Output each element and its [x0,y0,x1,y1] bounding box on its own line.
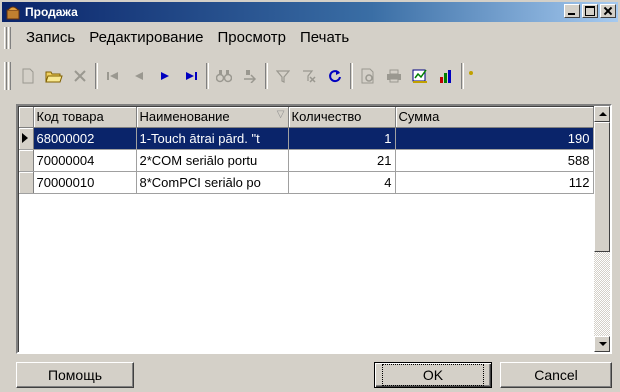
sales-grid[interactable]: Код товара Наименование ▽ Количество Сумм… [16,104,612,354]
filter-icon[interactable] [270,63,296,89]
table-row[interactable]: 68000002 1-Touch ātrai pārd. "t 1 190 [19,127,594,150]
cancel-button[interactable]: Cancel [500,362,612,388]
toolbar-separator [95,63,98,89]
column-header-name[interactable]: Наименование ▽ [136,107,289,128]
scroll-up-button[interactable] [594,106,610,122]
row-indicator[interactable] [19,149,34,172]
window-title: Продажа [25,5,78,19]
cell-name[interactable]: 2*COM seriālo portu [136,149,289,172]
toolbar-separator [206,63,209,89]
cell-sum[interactable]: 588 [395,149,594,172]
cell-code[interactable]: 70000004 [33,149,137,172]
toolbar-overflow-icon[interactable] [466,63,476,89]
minimize-button[interactable] [564,4,580,18]
table-row[interactable]: 70000010 8*ComPCI seriālo po 4 112 [19,171,594,194]
ok-button-label: OK [381,364,485,386]
table-row[interactable]: 70000004 2*COM seriālo portu 21 588 [19,149,594,172]
new-document-icon[interactable] [15,63,41,89]
close-button[interactable] [600,4,616,18]
cell-sum[interactable]: 190 [395,127,594,150]
row-indicator[interactable] [19,127,34,150]
menu-edit[interactable]: Редактирование [82,27,210,49]
chart-icon[interactable] [433,63,459,89]
cell-qty[interactable]: 4 [288,171,396,194]
maximize-button[interactable] [582,4,598,18]
toolbar-grip[interactable] [4,62,7,90]
cell-name[interactable]: 8*ComPCI seriālo po [136,171,289,194]
row-indicator-header [19,107,34,128]
binoculars-icon[interactable] [211,63,237,89]
report-icon[interactable] [407,63,433,89]
delete-x-icon[interactable] [67,63,93,89]
toolbar-separator [461,63,464,89]
column-header-sum[interactable]: Сумма [395,107,594,128]
cell-code[interactable]: 68000002 [33,127,137,150]
column-header-code[interactable]: Код товара [33,107,137,128]
scroll-thumb[interactable] [594,122,610,252]
toolbar-grip-2[interactable] [8,62,11,90]
first-record-icon[interactable] [100,63,126,89]
menubar-grip[interactable] [4,27,7,49]
scroll-down-button[interactable] [594,336,610,352]
prev-record-icon[interactable] [126,63,152,89]
sales-table: Код товара Наименование ▽ Количество Сумм… [19,107,594,194]
sort-indicator-icon: ▽ [276,109,285,121]
cell-qty[interactable]: 21 [288,149,396,172]
open-folder-icon[interactable] [41,63,67,89]
title-bar[interactable]: Продажа [2,2,618,22]
menubar-grip-2[interactable] [8,27,11,49]
column-header-qty[interactable]: Количество [288,107,396,128]
column-header-name-label: Наименование [139,109,230,125]
cell-qty[interactable]: 1 [288,127,396,150]
help-button[interactable]: Помощь [16,362,134,388]
last-record-icon[interactable] [178,63,204,89]
current-row-pointer-icon [22,133,28,143]
row-indicator[interactable] [19,171,34,194]
menu-record[interactable]: Запись [19,27,82,49]
refresh-icon[interactable] [322,63,348,89]
sale-window: Продажа Запись Редактирование Просмотр П… [0,0,620,392]
cell-name[interactable]: 1-Touch ātrai pārd. "t [136,127,289,150]
cell-code[interactable]: 70000010 [33,171,137,194]
cell-sum[interactable]: 112 [395,171,594,194]
toolbar-separator [265,63,268,89]
next-record-icon[interactable] [152,63,178,89]
menu-print[interactable]: Печать [293,27,356,49]
printer-icon[interactable] [381,63,407,89]
clear-filter-icon[interactable] [296,63,322,89]
find-next-icon[interactable] [237,63,263,89]
header-row: Код товара Наименование ▽ Количество Сумм… [19,107,594,128]
toolbar-separator [350,63,353,89]
app-icon [5,4,21,20]
menu-view[interactable]: Просмотр [210,27,293,49]
vertical-scrollbar[interactable] [594,106,610,352]
menu-bar: Запись Редактирование Просмотр Печать [4,27,356,49]
toolbar [4,60,476,92]
ok-button[interactable]: OK [374,362,492,388]
print-preview-icon[interactable] [355,63,381,89]
